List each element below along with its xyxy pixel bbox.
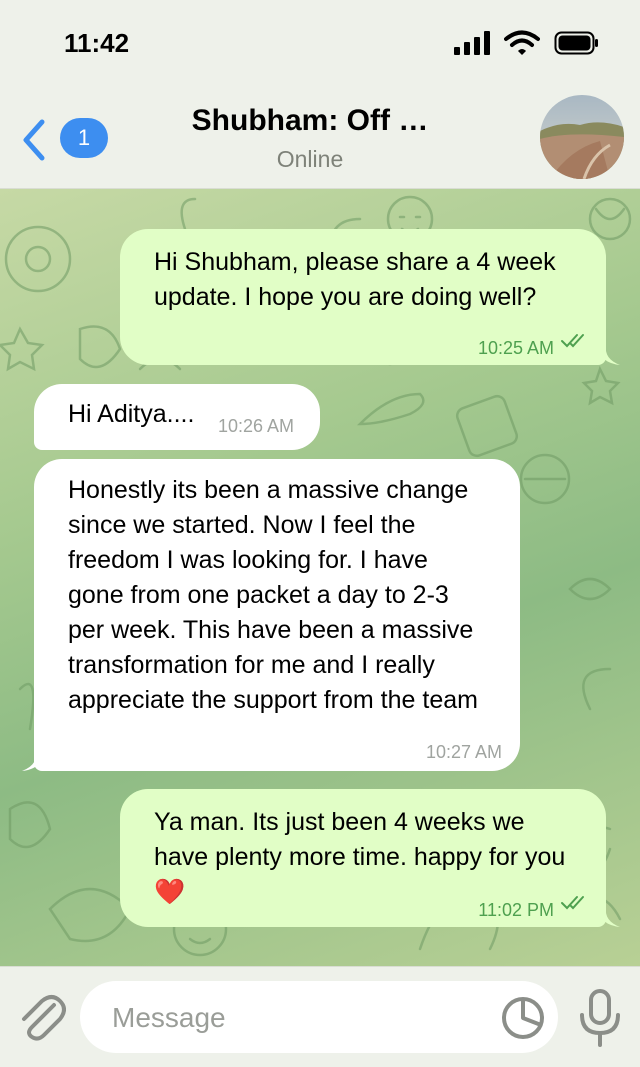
cellular-signal-icon [454, 31, 490, 55]
message-text: Hi Shubham, please share a 4 week update… [154, 248, 556, 311]
message-text: Honestly its been a massive change since… [68, 476, 478, 714]
message-incoming[interactable]: Hi Aditya.... 10:26 AM [34, 384, 320, 450]
chat-area[interactable]: Hi Shubham, please share a 4 week update… [0, 189, 640, 966]
message-incoming[interactable]: Honestly its been a massive change since… [22, 459, 520, 771]
status-bar: 11:42 [0, 0, 640, 88]
wifi-icon [504, 30, 540, 55]
chat-title[interactable]: Shubham: Off … [150, 104, 470, 138]
message-input[interactable] [110, 999, 494, 1037]
message-field[interactable] [80, 981, 558, 1053]
message-outgoing[interactable]: Ya man. Its just been 4 weeks we have pl… [120, 789, 620, 927]
bubble-tail [596, 345, 620, 365]
microphone-icon[interactable] [576, 989, 624, 1047]
message-time: 11:02 PM [478, 900, 554, 920]
contact-avatar[interactable] [540, 95, 624, 179]
chat-header: 1 Shubham: Off … Online [0, 88, 640, 189]
bubble-tail [596, 907, 620, 927]
message-time: 10:25 AM [477, 338, 554, 358]
status-icons [454, 30, 600, 56]
message-text: Hi Aditya.... [68, 400, 195, 428]
read-receipt-icon [561, 896, 584, 910]
bubble-tail [22, 751, 46, 771]
status-time: 11:42 [64, 28, 130, 58]
battery-icon [554, 31, 598, 55]
avatar-photo [540, 95, 624, 179]
message-time: 10:26 AM [218, 416, 295, 436]
sticker-icon[interactable] [500, 995, 546, 1041]
attach-icon[interactable] [16, 989, 66, 1045]
read-receipt-icon [561, 334, 584, 348]
message-time: 10:27 AM [425, 742, 502, 762]
message-input-bar [0, 966, 640, 1067]
back-button[interactable] [18, 118, 48, 162]
message-outgoing[interactable]: Hi Shubham, please share a 4 week update… [120, 229, 620, 365]
unread-badge[interactable]: 1 [60, 118, 108, 158]
chat-status: Online [276, 146, 344, 172]
